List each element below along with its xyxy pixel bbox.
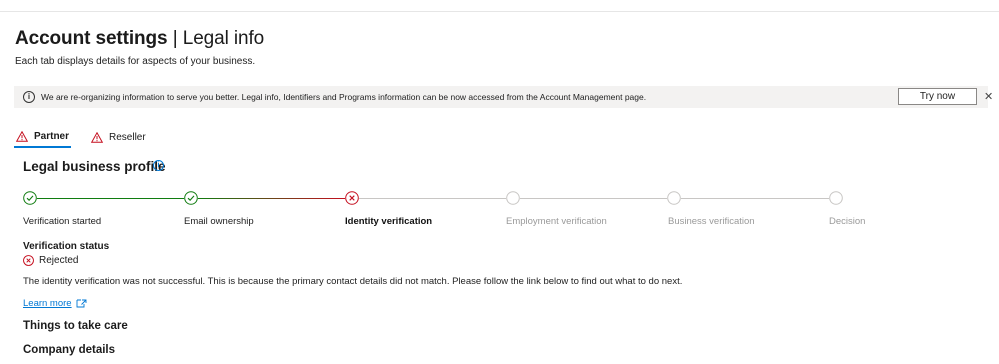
page-title-main: Account settings — [15, 28, 168, 49]
step-connector — [520, 198, 667, 199]
step-connector — [37, 198, 184, 199]
learn-more-link[interactable]: Learn more — [23, 298, 87, 309]
verification-status-value: Rejected — [23, 255, 78, 266]
step-connector — [359, 198, 506, 199]
external-link-icon — [76, 299, 87, 308]
info-icon[interactable]: i — [153, 160, 164, 171]
step-label: Email ownership — [184, 216, 254, 227]
tab-reseller[interactable]: Reseller — [89, 126, 148, 148]
step-label: Decision — [829, 216, 866, 227]
status-text: Rejected — [39, 255, 79, 266]
step-pending-icon — [506, 191, 520, 205]
things-to-take-care-heading: Things to take care — [23, 320, 128, 332]
step-label: Verification started — [23, 216, 102, 227]
verification-message: The identity verification was not succes… — [23, 276, 683, 287]
page-description: Each tab displays details for aspects of… — [15, 56, 256, 67]
warning-icon — [91, 131, 104, 143]
tab-partner[interactable]: Partner — [14, 126, 72, 148]
step-connector — [681, 198, 829, 199]
step-connector — [198, 198, 345, 199]
step-failed-icon — [345, 191, 359, 205]
try-now-button[interactable]: Try now — [898, 88, 977, 105]
step-pending-icon — [667, 191, 681, 205]
tab-list: Partner Reseller — [14, 126, 166, 148]
info-icon: i — [23, 91, 35, 103]
top-bar — [0, 0, 999, 12]
page-title: Account settings | Legal info — [15, 28, 264, 50]
banner-text: We are re-organizing information to serv… — [41, 92, 647, 102]
info-banner: i We are re-organizing information to se… — [14, 86, 993, 108]
page-title-sub: Legal info — [182, 28, 265, 49]
title-separator: | — [172, 28, 178, 49]
warning-icon — [16, 130, 28, 142]
learn-more-label: Learn more — [23, 298, 72, 309]
section-title: Legal business profile — [23, 159, 166, 174]
step-label: Business verification — [668, 216, 755, 227]
step-done-icon — [184, 191, 198, 205]
step-label: Identity verification — [345, 216, 433, 227]
error-circle-icon — [23, 255, 34, 266]
tab-label: Partner — [34, 130, 70, 142]
close-icon[interactable]: ✕ — [984, 90, 993, 103]
verification-status-label: Verification status — [23, 241, 110, 252]
step-label: Employment verification — [506, 216, 607, 227]
step-pending-icon — [829, 191, 843, 205]
tab-label: Reseller — [109, 131, 146, 143]
company-details-heading: Company details — [23, 344, 116, 356]
legal-info-page: Account settings | Legal info Each tab d… — [0, 0, 999, 364]
step-done-icon — [23, 191, 37, 205]
